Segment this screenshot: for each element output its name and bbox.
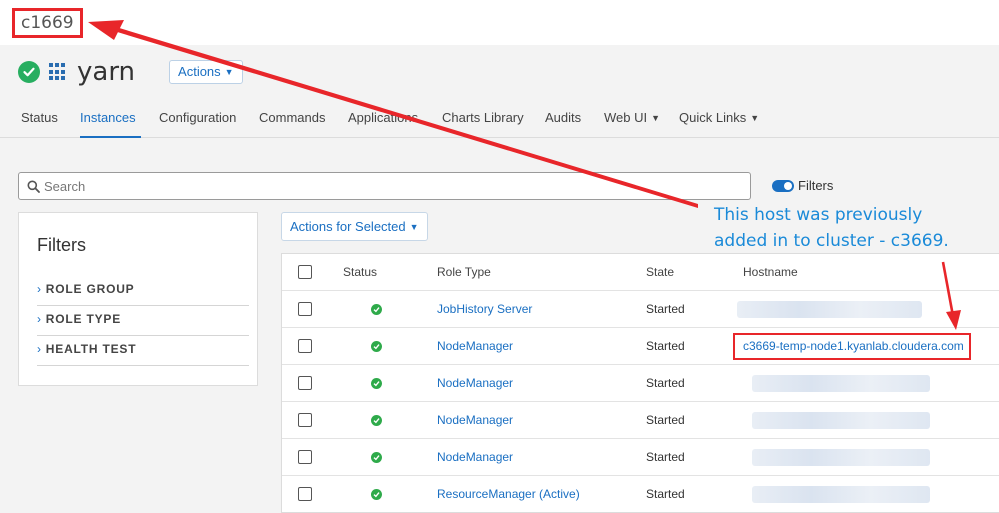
chevron-down-icon: ▼ (224, 67, 234, 77)
annotation-line-2: added in to cluster - c3669. (714, 231, 949, 251)
top-bar: c1669 (0, 0, 999, 45)
status-ok-icon (371, 415, 382, 426)
filter-role-group[interactable]: › ROLE GROUP (37, 276, 249, 306)
tab-configuration[interactable]: Configuration (159, 110, 236, 138)
row-checkbox[interactable] (298, 302, 312, 316)
filter-health-test[interactable]: › HEALTH TEST (37, 336, 249, 366)
annotation-text: This host was previously added in to clu… (714, 202, 984, 254)
chevron-down-icon: ▼ (750, 113, 760, 123)
role-state: Started (646, 487, 685, 501)
service-name: yarn (77, 57, 136, 87)
row-checkbox[interactable] (298, 413, 312, 427)
role-type-link[interactable]: NodeManager (437, 439, 513, 476)
status-ok-icon (371, 452, 382, 463)
table-header-row: Status Role Type State Hostname (282, 254, 999, 291)
hostname-redacted (752, 486, 930, 503)
instances-table: Status Role Type State Hostname JobHisto… (281, 253, 999, 513)
table-row: ResourceManager (Active) Started (282, 476, 999, 512)
role-state: Started (646, 450, 685, 464)
table-row: NodeManager Started (282, 365, 999, 402)
cluster-name[interactable]: c1669 (12, 8, 83, 38)
search-input[interactable] (44, 178, 724, 194)
hostname-redacted (752, 375, 930, 392)
tab-quick-links[interactable]: Quick Links ▼ (679, 110, 759, 138)
row-checkbox[interactable] (298, 487, 312, 501)
row-checkbox[interactable] (298, 376, 312, 390)
service-actions-button[interactable]: Actions ▼ (169, 60, 243, 84)
yarn-service-icon (49, 63, 67, 81)
role-type-link[interactable]: NodeManager (437, 402, 513, 439)
filters-toggle[interactable]: Filters (772, 178, 833, 193)
status-ok-icon (371, 489, 382, 500)
tab-charts-library[interactable]: Charts Library (442, 110, 524, 138)
tab-commands[interactable]: Commands (259, 110, 325, 138)
tab-applications[interactable]: Applications (348, 110, 418, 138)
table-row: JobHistory Server Started (282, 291, 999, 328)
chevron-right-icon: › (37, 312, 42, 326)
row-checkbox[interactable] (298, 339, 312, 353)
annotation-line-1: This host was previously (714, 205, 923, 225)
hostname-redacted (752, 412, 930, 429)
service-header: yarn Actions ▼ (18, 56, 243, 88)
hostname-redacted (752, 449, 930, 466)
role-type-link[interactable]: JobHistory Server (437, 291, 532, 328)
toggle-switch-icon[interactable] (772, 179, 794, 192)
chevron-down-icon: ▼ (651, 113, 661, 123)
filters-panel: Filters › ROLE GROUP › ROLE TYPE › HEALTH T… (18, 212, 258, 386)
table-row: NodeManager Started (282, 439, 999, 476)
role-type-link[interactable]: NodeManager (437, 328, 513, 365)
select-all-checkbox[interactable] (298, 265, 312, 279)
status-ok-icon (371, 341, 382, 352)
actions-for-selected-button[interactable]: Actions for Selected ▼ (281, 212, 428, 241)
hostname-highlight-box (733, 333, 971, 360)
column-header-state[interactable]: State (646, 254, 674, 291)
status-ok-icon (371, 304, 382, 315)
tab-instances[interactable]: Instances (80, 110, 141, 138)
role-type-link[interactable]: NodeManager (437, 365, 513, 402)
search-icon (27, 180, 40, 193)
column-header-role-type[interactable]: Role Type (437, 254, 491, 291)
table-row: NodeManager Started (282, 402, 999, 439)
role-type-link[interactable]: ResourceManager (Active) (437, 476, 580, 512)
chevron-right-icon: › (37, 342, 42, 356)
filter-role-type[interactable]: › ROLE TYPE (37, 306, 249, 336)
hostname-redacted (737, 301, 922, 318)
search-box (18, 172, 751, 200)
tab-audits[interactable]: Audits (545, 110, 581, 138)
column-header-status[interactable]: Status (343, 254, 377, 291)
chevron-right-icon: › (37, 282, 42, 296)
role-state: Started (646, 413, 685, 427)
filters-toggle-label: Filters (798, 178, 834, 193)
chevron-down-icon: ▼ (409, 222, 419, 232)
filters-panel-title: Filters (37, 235, 86, 255)
service-tabs: Status Instances Configuration Commands … (0, 100, 999, 138)
column-header-hostname[interactable]: Hostname (743, 254, 798, 291)
tab-web-ui[interactable]: Web UI ▼ (604, 110, 660, 138)
service-health-ok-icon (18, 61, 40, 83)
role-state: Started (646, 339, 685, 353)
role-state: Started (646, 376, 685, 390)
tab-status[interactable]: Status (21, 110, 58, 138)
status-ok-icon (371, 378, 382, 389)
row-checkbox[interactable] (298, 450, 312, 464)
role-state: Started (646, 302, 685, 316)
